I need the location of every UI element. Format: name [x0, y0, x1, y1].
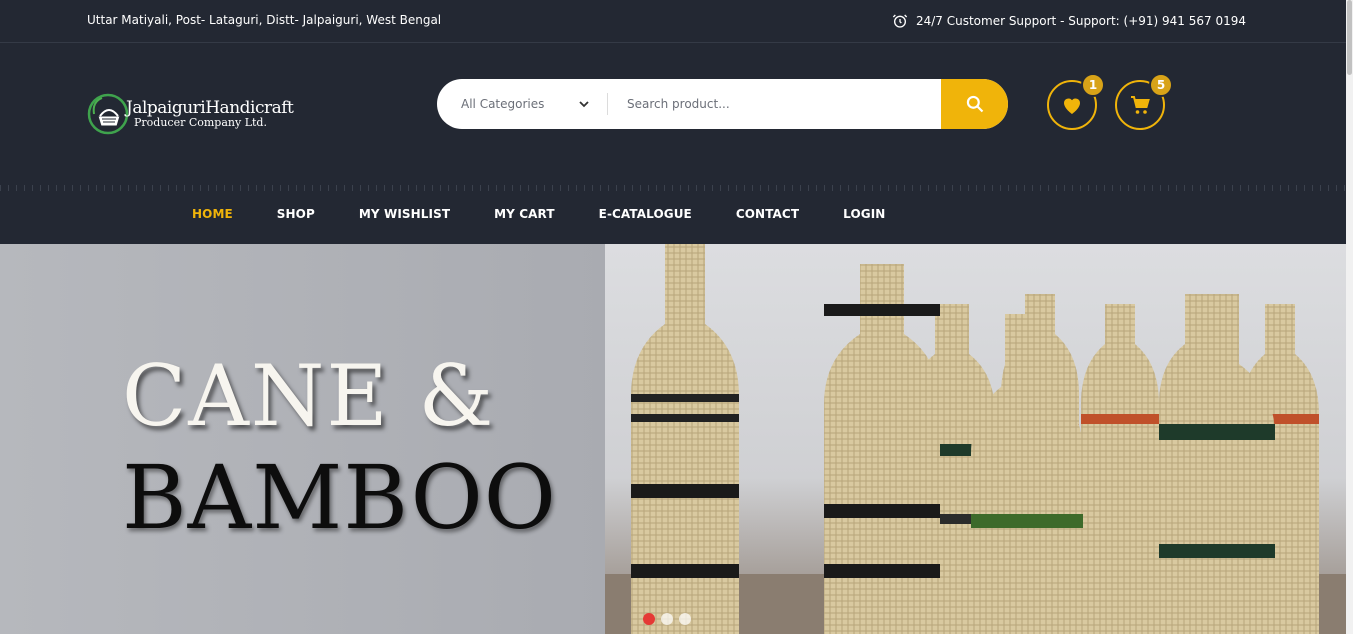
slider-dot-2[interactable]: [661, 613, 673, 625]
nav-home[interactable]: HOME: [192, 207, 233, 221]
nav-my-cart[interactable]: MY CART: [494, 207, 555, 221]
nav-contact[interactable]: CONTACT: [736, 207, 799, 221]
hero-heading-line-2: BAMBOO: [122, 446, 557, 549]
hero-heading-line-1: CANE &: [122, 347, 496, 445]
nav-e-catalogue[interactable]: E-CATALOGUE: [599, 207, 692, 221]
cart-button[interactable]: 5: [1115, 73, 1173, 130]
address-text: Uttar Matiyali, Post- Lataguri, Distt- J…: [87, 13, 442, 27]
support-info: 24/7 Customer Support - Support: (+91) 9…: [892, 13, 1246, 29]
chevron-down-icon[interactable]: [578, 98, 590, 110]
cart-icon: [1131, 96, 1150, 114]
search-icon: [966, 95, 983, 113]
cart-count-badge: 5: [1149, 73, 1173, 97]
search-button[interactable]: [941, 79, 1008, 129]
site-logo[interactable]: JalpaiguriHandicraft Producer Company Lt…: [86, 91, 294, 137]
heart-icon: [1064, 98, 1080, 114]
slider-pagination: [643, 613, 691, 625]
basket-logo-icon: [87, 93, 129, 135]
logo-title: JalpaiguriHandicraft: [126, 98, 294, 118]
search-input[interactable]: [627, 79, 927, 129]
slider-dot-3[interactable]: [679, 613, 691, 625]
top-bar: Uttar Matiyali, Post- Lataguri, Distt- J…: [0, 0, 1346, 43]
hero-slider[interactable]: CANE & BAMBOO: [0, 244, 1346, 634]
page-scrollbar[interactable]: [1346, 0, 1353, 634]
scrollbar-thumb[interactable]: [1347, 0, 1352, 75]
alarm-clock-icon: [892, 14, 908, 28]
search-bar: All Categories: [437, 79, 1008, 129]
category-select[interactable]: All Categories: [461, 79, 591, 129]
nav-my-wishlist[interactable]: MY WISHLIST: [359, 207, 450, 221]
main-navigation: HOME SHOP MY WISHLIST MY CART E-CATALOGU…: [0, 185, 1346, 244]
bamboo-bottles-image: [605, 244, 1346, 634]
nav-shop[interactable]: SHOP: [277, 207, 315, 221]
wishlist-count-badge: 1: [1081, 73, 1105, 97]
logo-subtitle: Producer Company Ltd.: [134, 116, 267, 129]
support-text: 24/7 Customer Support - Support: (+91) 9…: [915, 14, 1246, 28]
search-divider: [607, 93, 608, 115]
main-header: JalpaiguriHandicraft Producer Company Lt…: [0, 43, 1346, 185]
wishlist-button[interactable]: 1: [1047, 73, 1105, 130]
nav-login[interactable]: LOGIN: [843, 207, 885, 221]
slider-dot-1[interactable]: [643, 613, 655, 625]
